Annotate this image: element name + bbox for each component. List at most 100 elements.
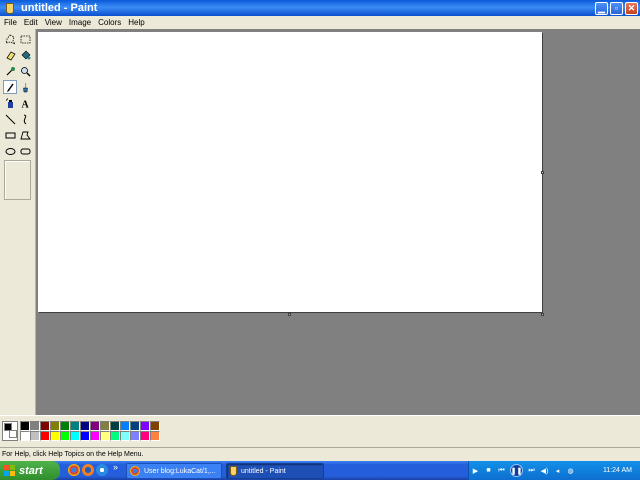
palette-swatch[interactable] bbox=[150, 431, 160, 441]
palette-swatch[interactable] bbox=[20, 421, 30, 431]
palette-swatch[interactable] bbox=[40, 421, 50, 431]
tool-free-form-select[interactable] bbox=[3, 32, 17, 46]
rectangle-icon bbox=[5, 132, 15, 138]
resize-handle-corner[interactable] bbox=[541, 313, 544, 316]
previous-icon[interactable]: ⏮ bbox=[497, 466, 506, 475]
palette-swatch[interactable] bbox=[130, 421, 140, 431]
player-logo-icon[interactable]: ▶ bbox=[471, 466, 480, 475]
tool-pick-color[interactable] bbox=[3, 64, 17, 78]
paint-app-icon[interactable] bbox=[3, 2, 15, 14]
drawing-canvas[interactable] bbox=[38, 32, 542, 312]
expand-icon[interactable]: ◂ bbox=[553, 466, 562, 475]
rounded-rectangle-icon bbox=[20, 148, 30, 154]
menu-bar: File Edit View Image Colors Help bbox=[0, 16, 640, 29]
svg-text:A: A bbox=[21, 99, 29, 109]
ie-quicklaunch-icon[interactable] bbox=[96, 464, 108, 476]
tool-fill[interactable] bbox=[18, 48, 32, 62]
palette-swatch[interactable] bbox=[40, 431, 50, 441]
tool-ellipse[interactable] bbox=[3, 144, 17, 158]
tool-polygon[interactable] bbox=[18, 128, 32, 142]
tool-rectangle[interactable] bbox=[3, 128, 17, 142]
pause-icon[interactable]: ❚❚ bbox=[510, 464, 523, 477]
palette-swatch[interactable] bbox=[20, 431, 30, 441]
menu-help[interactable]: Help bbox=[124, 18, 147, 27]
palette-swatch[interactable] bbox=[120, 431, 130, 441]
tool-select[interactable] bbox=[18, 32, 32, 46]
palette-swatch[interactable] bbox=[90, 421, 100, 431]
tool-magnifier[interactable] bbox=[18, 64, 32, 78]
menu-file[interactable]: File bbox=[0, 18, 20, 27]
taskbar: start » User blog:LukaCat/1,... untitled… bbox=[0, 461, 640, 480]
title-bar[interactable]: untitled - Paint ▁ ▫ ✕ bbox=[0, 0, 640, 16]
volume-icon[interactable]: ◀) bbox=[540, 466, 549, 475]
tool-pencil[interactable] bbox=[3, 80, 17, 94]
pencil-icon bbox=[6, 83, 14, 92]
palette-swatch[interactable] bbox=[140, 421, 150, 431]
clock: 11:24 AM bbox=[602, 467, 632, 474]
tool-rounded-rectangle[interactable] bbox=[18, 144, 32, 158]
tool-brush[interactable] bbox=[18, 80, 32, 94]
menu-edit[interactable]: Edit bbox=[20, 18, 41, 27]
eraser-icon bbox=[5, 51, 16, 60]
menu-image[interactable]: Image bbox=[65, 18, 94, 27]
palette-swatch[interactable] bbox=[80, 431, 90, 441]
palette-swatch[interactable] bbox=[110, 421, 120, 431]
palette-swatch[interactable] bbox=[50, 421, 60, 431]
network-icon[interactable]: ◍ bbox=[566, 466, 575, 475]
palette-swatch[interactable] bbox=[130, 431, 140, 441]
brush-icon bbox=[22, 82, 28, 92]
task-label: untitled - Paint bbox=[241, 467, 286, 475]
palette-swatch[interactable] bbox=[30, 431, 40, 441]
quicklaunch-more-icon[interactable]: » bbox=[113, 462, 118, 472]
resize-handle-bottom[interactable] bbox=[288, 313, 291, 316]
tool-line[interactable] bbox=[3, 112, 17, 126]
palette-swatch[interactable] bbox=[90, 431, 100, 441]
airbrush-icon bbox=[5, 97, 13, 108]
toolbox: A bbox=[0, 29, 36, 415]
maximize-button[interactable]: ▫ bbox=[610, 1, 623, 15]
tool-eraser[interactable] bbox=[3, 48, 17, 62]
color-box bbox=[0, 415, 640, 447]
palette-swatch[interactable] bbox=[80, 421, 90, 431]
minimize-button[interactable]: ▁ bbox=[595, 1, 608, 15]
palette-swatch[interactable] bbox=[100, 431, 110, 441]
palette-swatch[interactable] bbox=[60, 431, 70, 441]
palette-swatch[interactable] bbox=[120, 421, 130, 431]
tool-curve[interactable] bbox=[18, 112, 32, 126]
close-button[interactable]: ✕ bbox=[625, 1, 638, 15]
line-icon bbox=[5, 114, 15, 124]
menu-view[interactable]: View bbox=[41, 18, 65, 27]
task-button-chrome[interactable]: User blog:LukaCat/1,... bbox=[126, 463, 222, 479]
palette-swatch[interactable] bbox=[70, 431, 80, 441]
polygon-icon bbox=[19, 131, 31, 139]
palette-swatch[interactable] bbox=[30, 421, 40, 431]
palette-swatch[interactable] bbox=[110, 431, 120, 441]
menu-colors[interactable]: Colors bbox=[94, 18, 124, 27]
stop-icon[interactable]: ■ bbox=[484, 466, 493, 475]
ellipse-icon bbox=[5, 147, 15, 155]
text-icon: A bbox=[21, 99, 29, 109]
firefox-quicklaunch-icon[interactable] bbox=[82, 464, 94, 476]
chrome-quicklaunch-icon[interactable] bbox=[68, 464, 80, 476]
palette-swatch[interactable] bbox=[150, 421, 160, 431]
chrome-icon bbox=[130, 466, 140, 476]
tool-text[interactable]: A bbox=[18, 96, 32, 110]
next-icon[interactable]: ⏭ bbox=[527, 466, 536, 475]
paint-icon bbox=[230, 466, 237, 476]
task-button-paint[interactable]: untitled - Paint bbox=[226, 463, 324, 479]
palette-swatch[interactable] bbox=[100, 421, 110, 431]
color-picker-icon bbox=[6, 66, 15, 75]
workspace bbox=[36, 29, 640, 415]
start-button[interactable]: start bbox=[0, 461, 60, 480]
window-title: untitled - Paint bbox=[21, 2, 98, 14]
palette-swatch[interactable] bbox=[60, 421, 70, 431]
current-colors[interactable] bbox=[2, 421, 18, 441]
resize-handle-right[interactable] bbox=[541, 171, 544, 174]
system-tray: ▶ ■ ⏮ ❚❚ ⏭ ◀) ◂ ◍ 11:24 AM bbox=[468, 461, 640, 480]
palette-swatch[interactable] bbox=[70, 421, 80, 431]
palette-swatch[interactable] bbox=[50, 431, 60, 441]
tool-airbrush[interactable] bbox=[3, 96, 17, 110]
palette-swatch[interactable] bbox=[140, 431, 150, 441]
tool-options-box[interactable] bbox=[4, 160, 31, 200]
magnifier-icon bbox=[20, 66, 30, 76]
